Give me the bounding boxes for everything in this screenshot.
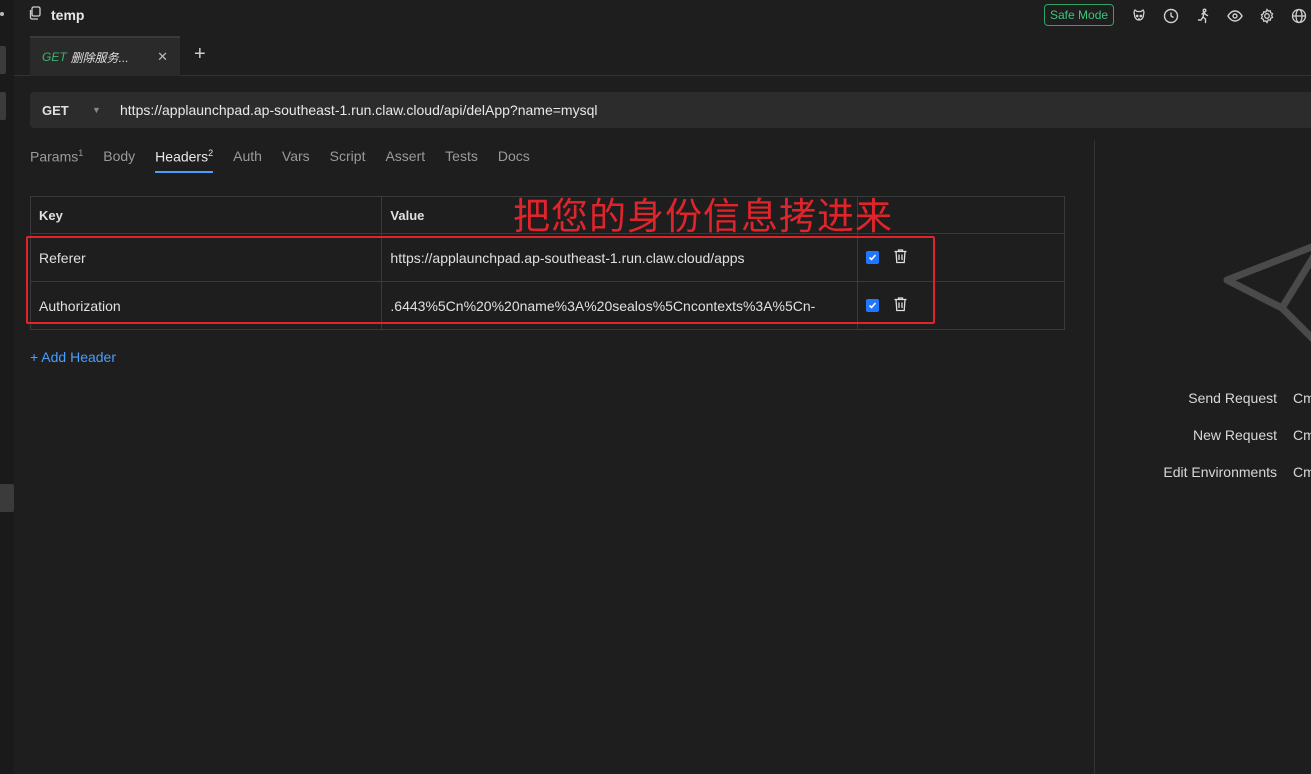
cookie-icon[interactable] xyxy=(1129,6,1149,26)
shortcut-label: Send Request xyxy=(1188,390,1277,406)
sidebar-edge xyxy=(0,0,14,774)
sidebar-dot xyxy=(0,12,4,16)
tab-docs[interactable]: Docs xyxy=(498,148,530,173)
url-input[interactable]: https://applaunchpad.ap-southeast-1.run.… xyxy=(120,102,597,118)
tab-tests[interactable]: Tests xyxy=(445,148,478,173)
pane-divider[interactable] xyxy=(1094,140,1095,774)
tab-auth[interactable]: Auth xyxy=(233,148,262,173)
row-actions xyxy=(857,281,1065,330)
globe-icon[interactable] xyxy=(1289,6,1309,26)
header-key-input[interactable]: Authorization xyxy=(29,281,383,330)
runner-icon[interactable] xyxy=(1193,6,1213,26)
shortcut-row: Send Request Cm xyxy=(1110,390,1311,427)
close-icon[interactable]: ✕ xyxy=(157,49,168,65)
gear-icon[interactable] xyxy=(1257,6,1277,26)
enable-checkbox[interactable] xyxy=(866,251,880,264)
method-select[interactable]: GET xyxy=(30,103,92,118)
sidebar-item-stub[interactable] xyxy=(0,484,14,512)
tab-method: GET xyxy=(42,50,67,64)
shortcut-key: Cm xyxy=(1293,390,1311,406)
add-header-button[interactable]: + Add Header xyxy=(30,349,116,365)
sidebar-item-stub[interactable] xyxy=(0,46,6,74)
url-bar: GET ▼ https://applaunchpad.ap-southeast-… xyxy=(30,92,1311,128)
safe-mode-badge[interactable]: Safe Mode xyxy=(1044,4,1115,26)
enable-checkbox[interactable] xyxy=(866,299,880,312)
shortcut-row: Edit Environments Cm xyxy=(1110,464,1311,501)
shortcut-label: New Request xyxy=(1192,427,1277,443)
send-plane-icon xyxy=(1222,238,1311,356)
tab-body[interactable]: Body xyxy=(103,148,135,173)
request-tabs: GET 删除服务... ✕ + xyxy=(14,34,1311,76)
annotation-text: 把您的身份信息拷进来 xyxy=(513,195,893,238)
tab-headers[interactable]: Headers2 xyxy=(155,148,213,173)
column-header-key: Key xyxy=(29,196,383,234)
app-window: temp Safe Mode GET 删除服务... ✕ + GET ▼ htt… xyxy=(0,0,1311,774)
copy-icon xyxy=(28,6,42,23)
sidebar-item-stub[interactable] xyxy=(0,92,6,120)
toolbar-icons xyxy=(1129,6,1309,26)
new-tab-button[interactable]: + xyxy=(194,42,206,66)
chevron-down-icon[interactable]: ▼ xyxy=(92,105,120,115)
collection-name: temp xyxy=(51,6,85,23)
tab-assert[interactable]: Assert xyxy=(385,148,425,173)
eye-icon[interactable] xyxy=(1225,6,1245,26)
tab-title: 删除服务... xyxy=(70,50,129,65)
header-value-input[interactable]: https://applaunchpad.ap-southeast-1.run.… xyxy=(381,233,859,282)
history-icon[interactable] xyxy=(1161,6,1181,26)
request-subtabs: Params1 Body Headers2 Auth Vars Script A… xyxy=(30,148,530,173)
collection-header[interactable]: temp xyxy=(28,6,84,23)
trash-icon[interactable] xyxy=(893,248,908,267)
trash-icon[interactable] xyxy=(893,296,908,315)
tab-script[interactable]: Script xyxy=(330,148,366,173)
tab-params[interactable]: Params1 xyxy=(30,148,83,173)
table-row: Referer https://applaunchpad.ap-southeas… xyxy=(29,233,1065,282)
request-tab[interactable]: GET 删除服务... ✕ xyxy=(30,36,180,76)
shortcut-list: Send Request Cm New Request Cm Edit Envi… xyxy=(1110,390,1311,501)
shortcut-key: Cm xyxy=(1293,427,1311,443)
row-actions xyxy=(857,233,1065,282)
shortcut-row: New Request Cm xyxy=(1110,427,1311,464)
header-value-input[interactable]: .6443%5Cn%20%20name%3A%20sealos%5Cnconte… xyxy=(381,281,859,330)
shortcut-key: Cm xyxy=(1293,464,1311,480)
tab-vars[interactable]: Vars xyxy=(282,148,310,173)
header-key-input[interactable]: Referer xyxy=(29,233,383,282)
shortcut-label: Edit Environments xyxy=(1163,464,1277,480)
table-row: Authorization .6443%5Cn%20%20name%3A%20s… xyxy=(29,281,1065,330)
top-bar: temp Safe Mode xyxy=(14,0,1311,30)
